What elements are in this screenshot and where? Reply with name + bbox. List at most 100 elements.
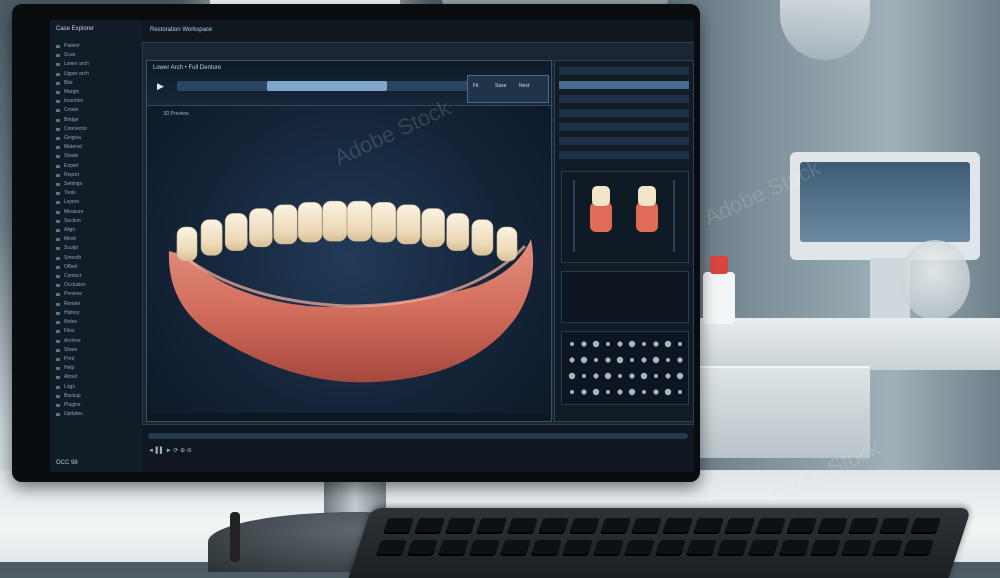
keyboard-key xyxy=(871,540,903,556)
tooth xyxy=(371,202,397,243)
keyboard-key xyxy=(537,518,570,534)
case-explorer-panel: Case Explorer Patient Scan Lower arch Upper… xyxy=(50,20,143,472)
property-row-selected[interactable] xyxy=(559,81,689,89)
case-tree-item[interactable]: Sculpt xyxy=(54,244,138,253)
property-row[interactable] xyxy=(559,123,689,131)
keyboard-key xyxy=(561,540,593,556)
case-tree-item[interactable]: Report xyxy=(54,171,138,180)
panel-footer: OCC 98 xyxy=(56,460,78,466)
case-tree[interactable]: Patient Scan Lower arch Upper arch Bite Margi… xyxy=(54,42,138,419)
case-tree-item[interactable]: Plugins xyxy=(54,401,138,410)
case-tree-item[interactable]: Notes xyxy=(54,318,138,327)
case-tree-item[interactable]: Measure xyxy=(54,208,138,217)
case-tree-item[interactable]: Print xyxy=(54,355,138,364)
case-tree-item[interactable]: Occlusion xyxy=(54,281,138,290)
occlusion-dots xyxy=(568,340,684,396)
case-tree-item[interactable]: Smooth xyxy=(54,254,138,263)
playback-controls[interactable]: ◄ ▌▌ ► ⟳ ⊕ ⊖ xyxy=(148,447,192,454)
case-tree-item[interactable]: Insertion xyxy=(54,97,138,106)
property-row[interactable] xyxy=(559,67,689,75)
case-tree-item[interactable]: Section xyxy=(54,217,138,226)
case-tree-item[interactable]: Shade xyxy=(54,152,138,161)
occlusion-dot xyxy=(678,390,682,394)
keyboard-key xyxy=(809,540,841,556)
background-monitor-screen xyxy=(800,162,970,242)
keyboard-key xyxy=(816,518,849,534)
occlusion-dot xyxy=(677,357,683,363)
case-tree-item[interactable]: Patient xyxy=(54,42,138,51)
property-row[interactable] xyxy=(559,151,689,159)
properties-panel xyxy=(554,60,694,422)
case-tree-item[interactable]: Files xyxy=(54,327,138,336)
tooth xyxy=(273,204,298,245)
keyboard-key xyxy=(654,540,686,556)
occlusion-dot xyxy=(605,357,611,363)
crown-section-right xyxy=(636,202,658,232)
case-tree-item[interactable]: Settings xyxy=(54,180,138,189)
case-tree-item[interactable]: Align xyxy=(54,226,138,235)
case-tree-item[interactable]: Offset xyxy=(54,263,138,272)
keyboard-key xyxy=(444,518,477,534)
keyboard-key xyxy=(592,540,624,556)
tooth xyxy=(176,226,198,262)
occlusion-dot xyxy=(570,342,574,346)
case-tree-item[interactable]: About xyxy=(54,373,138,382)
progress-slider[interactable] xyxy=(148,433,688,439)
occlusion-dot xyxy=(592,340,600,348)
keyboard-key xyxy=(475,518,508,534)
property-row[interactable] xyxy=(559,137,689,145)
case-tree-item[interactable]: Material xyxy=(54,143,138,152)
property-row[interactable] xyxy=(559,95,689,103)
keyboard-key xyxy=(661,518,694,534)
case-tree-item[interactable]: Render xyxy=(54,300,138,309)
gum-base xyxy=(168,239,534,383)
case-tree-item[interactable]: Gingiva xyxy=(54,134,138,143)
tooth-crown-left xyxy=(592,186,610,206)
cabinet xyxy=(690,366,870,458)
occlusion-map xyxy=(561,331,689,405)
occlusion-dot xyxy=(664,340,672,348)
occlusion-dot xyxy=(664,388,672,396)
case-tree-item[interactable]: Tools xyxy=(54,189,138,198)
viewport-scrollbar[interactable] xyxy=(147,413,551,421)
case-tree-item[interactable]: Contact xyxy=(54,272,138,281)
occlusion-dot xyxy=(569,357,575,363)
case-tree-item[interactable]: Archive xyxy=(54,337,138,346)
case-tree-item[interactable]: Mesh xyxy=(54,235,138,244)
case-tree-item[interactable]: Connector xyxy=(54,125,138,134)
case-tree-item[interactable]: Layers xyxy=(54,198,138,207)
property-row[interactable] xyxy=(559,109,689,117)
background-chair xyxy=(900,240,970,320)
tooth xyxy=(249,208,273,248)
occlusion-dot xyxy=(676,372,684,380)
case-tree-item[interactable]: Preview xyxy=(54,290,138,299)
keyboard-key xyxy=(902,540,934,556)
case-tree-item[interactable]: Bridge xyxy=(54,116,138,125)
keyboard-key xyxy=(747,540,779,556)
case-tree-item[interactable]: Help xyxy=(54,364,138,373)
occlusion-dot xyxy=(642,342,646,346)
case-tree-item[interactable]: Share xyxy=(54,346,138,355)
case-tree-item[interactable]: Export xyxy=(54,162,138,171)
case-tree-item[interactable]: Logs xyxy=(54,383,138,392)
case-tree-item[interactable]: Backup xyxy=(54,392,138,401)
keyboard-key xyxy=(506,518,539,534)
case-tree-item[interactable]: Upper arch xyxy=(54,70,138,79)
occlusion-dot xyxy=(581,341,587,347)
keyboard-key xyxy=(909,518,942,534)
occlusion-dot xyxy=(666,358,670,362)
case-tree-item[interactable]: History xyxy=(54,309,138,318)
screen: Case Explorer Patient Scan Lower arch Upper… xyxy=(50,20,694,472)
case-tree-item[interactable]: Lower arch xyxy=(54,60,138,69)
case-tree-item[interactable]: Updates xyxy=(54,410,138,419)
keyboard-key xyxy=(382,518,415,534)
panel-title: Case Explorer xyxy=(56,26,95,32)
case-tree-item[interactable]: Margin xyxy=(54,88,138,97)
case-tree-item[interactable]: Bite xyxy=(54,79,138,88)
3d-viewport[interactable]: Lower Arch • Full Denture ▶ Fit Save Nex… xyxy=(146,60,552,422)
case-tree-item[interactable]: Scan xyxy=(54,51,138,60)
tooth xyxy=(347,200,372,242)
occlusion-dot xyxy=(617,389,623,395)
tooth xyxy=(396,204,421,245)
case-tree-item[interactable]: Crown xyxy=(54,106,138,115)
